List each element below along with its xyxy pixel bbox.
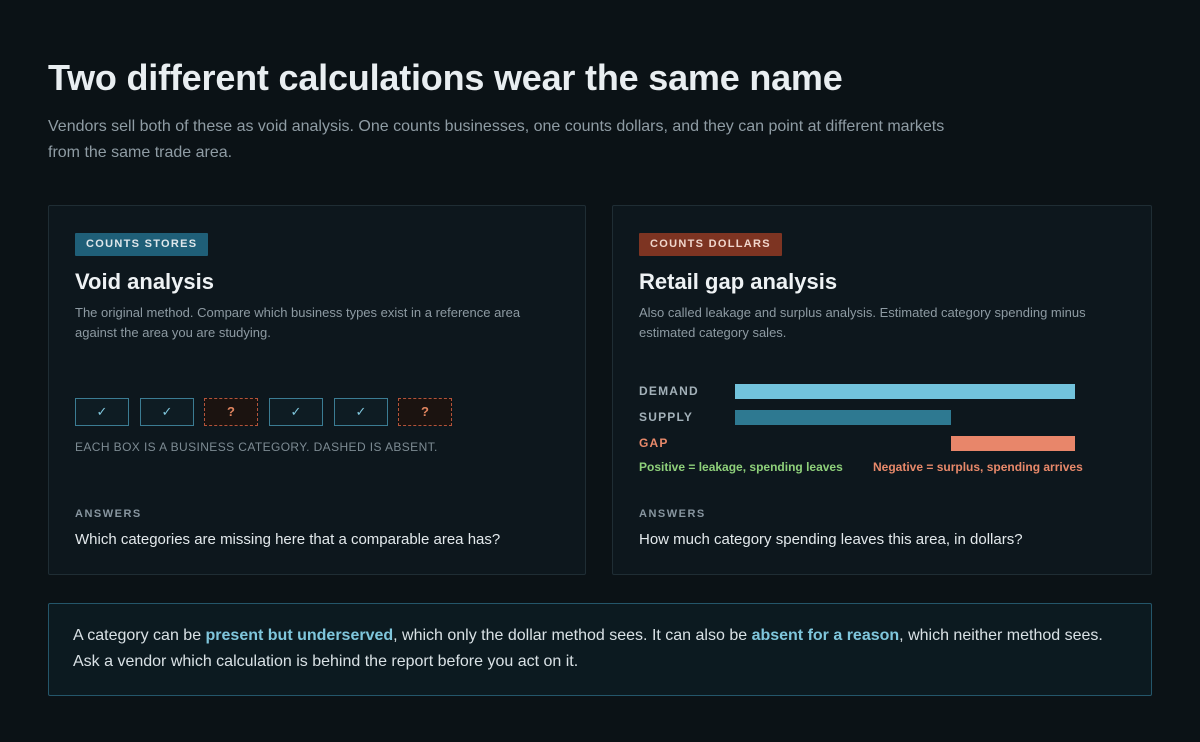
counts-dollars-tag: COUNTS DOLLARS [639, 233, 782, 256]
category-box-1: ✓ [75, 398, 129, 426]
page: Two different calculations wear the same… [48, 56, 1152, 696]
category-box-2: ✓ [140, 398, 194, 426]
counts-stores-tag: COUNTS STORES [75, 233, 209, 256]
category-box-5: ✓ [334, 398, 388, 426]
question-icon: ? [421, 404, 429, 419]
gap-label: GAP [639, 436, 669, 450]
check-icon: ✓ [96, 404, 108, 419]
retail-gap-description: Also called leakage and surplus analysis… [639, 305, 1086, 340]
question-icon: ? [227, 404, 235, 419]
box-caption: EACH BOX IS A BUSINESS CATEGORY. DASHED … [75, 440, 438, 454]
void-analysis-description: The original method. Compare which busin… [75, 305, 521, 340]
void-answers-text: Which categories are missing here that a… [75, 531, 501, 548]
demand-supply-bars: DEMAND SUPPLY GAP [639, 378, 1129, 458]
category-box-4: ✓ [269, 398, 323, 426]
note-highlight-underserved: present but underserved [205, 627, 394, 644]
void-answers-label: ANSWERS [75, 508, 142, 520]
retail-gap-title: Retail gap analysis [639, 269, 838, 294]
check-icon: ✓ [355, 404, 367, 419]
check-icon: ✓ [161, 404, 173, 419]
check-icon: ✓ [290, 404, 302, 419]
page-subtitle: Vendors sell both of these as void analy… [48, 118, 945, 161]
retail-gap-card: COUNTS DOLLARS Retail gap analysis Also … [612, 205, 1152, 575]
gap-answers-label: ANSWERS [639, 508, 706, 520]
void-analysis-title: Void analysis [75, 269, 214, 294]
supply-bar [735, 410, 951, 425]
gap-bar [951, 436, 1075, 451]
category-box-6: ? [398, 398, 452, 426]
supply-label: SUPPLY [639, 410, 694, 424]
page-title: Two different calculations wear the same… [48, 57, 843, 98]
category-box-3: ? [204, 398, 258, 426]
callout-note: A category can be present but underserve… [48, 603, 1152, 696]
gap-answers-text: How much category spending leaves this a… [639, 531, 1023, 548]
void-analysis-card: COUNTS STORES Void analysis The original… [48, 205, 586, 575]
legend-positive: Positive = leakage, spending leaves [639, 460, 843, 474]
comparison-cards: COUNTS STORES Void analysis The original… [48, 205, 1152, 577]
note-text-1: A category can be [73, 627, 206, 644]
note-text-2: , which only the dollar method sees. It … [393, 627, 752, 644]
demand-label: DEMAND [639, 384, 699, 398]
note-highlight-absent: absent for a reason [751, 627, 900, 644]
legend-negative: Negative = surplus, spending arrives [873, 460, 1083, 474]
demand-bar [735, 384, 1075, 399]
